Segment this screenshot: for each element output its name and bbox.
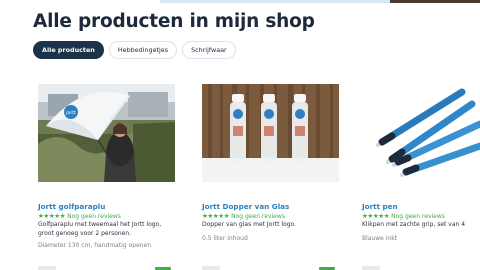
tab-hebbedingetjes[interactable]: Hebbedingetjes — [108, 41, 178, 59]
product-spec: Blauwe inkt — [362, 235, 398, 242]
tab-alle-producten[interactable]: Alle producten — [33, 41, 104, 59]
bottles-photo-icon — [202, 84, 339, 182]
product-name[interactable]: Jortt pen — [362, 202, 398, 211]
top-banner-strip — [160, 0, 390, 3]
product-description: Dopper van glas met Jortt logo. — [202, 221, 297, 228]
product-spec: 0,5 liter inhoud — [202, 235, 248, 242]
pens-photo-icon — [362, 84, 480, 182]
product-spec: Diameter 130 cm, handmatig openen — [38, 242, 152, 249]
product-image-bottles[interactable] — [202, 84, 339, 182]
top-banner-image-edge — [390, 0, 480, 3]
product-name[interactable]: Jortt Dopper van Glas — [202, 202, 289, 211]
price-label — [202, 266, 220, 270]
product-image-umbrella[interactable]: Jortt — [38, 84, 175, 182]
rating-stars-icon: ★★★★★ — [38, 212, 66, 220]
reviews-link[interactable]: Nog geen reviews — [67, 213, 121, 220]
rating: ★★★★★ Nog geen reviews — [362, 212, 445, 220]
umbrella-logo-text: Jortt — [65, 110, 76, 116]
category-tabs: Alle producten Hebbedingetjes Schrijfwaa… — [33, 41, 236, 59]
price-label — [362, 266, 380, 270]
tab-schrijfwaar[interactable]: Schrijfwaar — [182, 41, 236, 59]
page-title: Alle producten in mijn shop — [33, 11, 315, 32]
reviews-link[interactable]: Nog geen reviews — [391, 213, 445, 220]
rating-stars-icon: ★★★★★ — [362, 212, 390, 220]
price-label — [38, 266, 56, 270]
product-card[interactable]: Jortt Jortt golfparaplu ★★★★★ Nog geen r… — [38, 84, 175, 270]
rating: ★★★★★ Nog geen reviews — [202, 212, 285, 220]
umbrella-photo-icon: Jortt — [38, 84, 175, 182]
reviews-link[interactable]: Nog geen reviews — [231, 213, 285, 220]
rating-stars-icon: ★★★★★ — [202, 212, 230, 220]
product-description: Klikpen met zachte grip, set van 4 — [362, 221, 466, 228]
product-card[interactable]: Jortt pen ★★★★★ Nog geen reviews Klikpen… — [362, 84, 480, 270]
product-description: Golfparaplu met tweemaal het Jortt logo,… — [38, 221, 162, 237]
rating: ★★★★★ Nog geen reviews — [38, 212, 121, 220]
product-name[interactable]: Jortt golfparaplu — [38, 202, 105, 211]
product-card[interactable]: Jortt Dopper van Glas ★★★★★ Nog geen rev… — [202, 84, 339, 270]
product-image-pens[interactable] — [362, 84, 480, 182]
